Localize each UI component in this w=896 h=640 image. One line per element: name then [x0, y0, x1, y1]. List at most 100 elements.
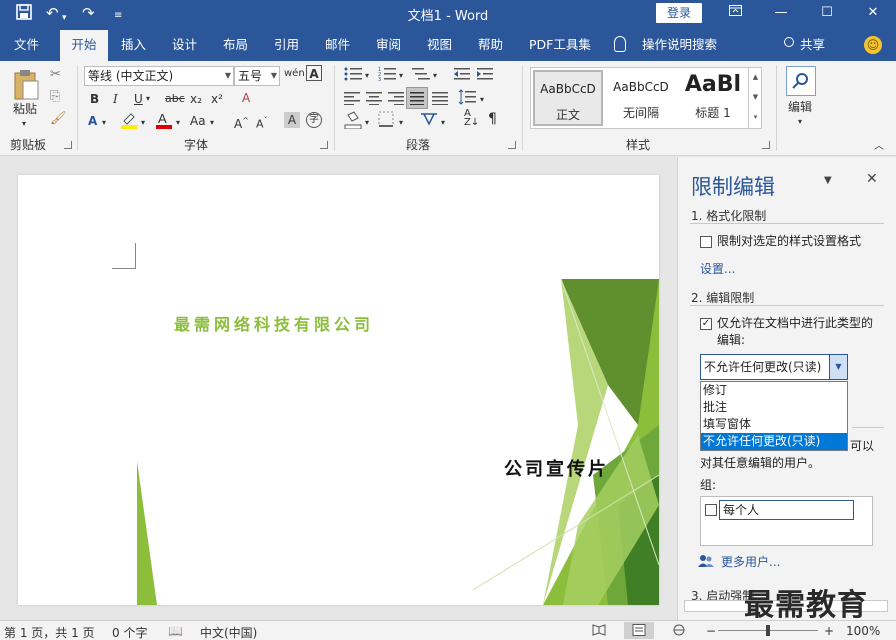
more-styles-icon[interactable]: ▾ [749, 107, 762, 127]
zoom-slider-thumb[interactable] [766, 625, 770, 636]
editing-restriction-checkbox[interactable]: ✓ [700, 318, 712, 330]
tab-pdf-tools[interactable]: PDF工具集 [529, 28, 591, 61]
font-launcher-icon[interactable] [320, 141, 328, 149]
everyone-item[interactable]: 每个人 [719, 500, 854, 520]
align-center-icon[interactable] [366, 91, 382, 109]
pane-close-icon[interactable]: ✕ [866, 171, 878, 187]
bullets-icon[interactable] [344, 67, 362, 85]
shading-dropdown-icon[interactable]: ▾ [365, 115, 369, 131]
align-right-icon[interactable] [388, 91, 404, 109]
paste-icon[interactable] [12, 67, 40, 105]
cut-icon[interactable]: ✂ [50, 67, 61, 83]
shrink-font-icon[interactable]: Aˇ [256, 113, 268, 133]
tab-references[interactable]: 引用 [274, 28, 299, 61]
chinese-layout-dropdown-icon[interactable]: ▾ [441, 115, 445, 131]
subscript-icon[interactable]: x₂ [190, 91, 202, 107]
align-left-icon[interactable] [344, 91, 360, 109]
read-mode-icon[interactable] [592, 624, 606, 639]
tab-mailings[interactable]: 邮件 [325, 28, 350, 61]
scroll-up-icon[interactable]: ▲ [749, 67, 762, 87]
close-button[interactable]: ✕ [858, 3, 888, 23]
ribbon-display-options-icon[interactable] [720, 3, 750, 23]
enclose-characters-icon[interactable]: 字 [306, 112, 322, 128]
sort-icon[interactable]: A Z↓ [464, 109, 479, 128]
borders-dropdown-icon[interactable]: ▾ [399, 115, 403, 131]
numbering-dropdown-icon[interactable]: ▾ [399, 68, 403, 84]
shading-icon[interactable] [344, 111, 362, 133]
phonetic-guide-icon[interactable]: wén [284, 66, 305, 82]
change-case-dropdown-icon[interactable]: ▾ [210, 115, 214, 131]
decrease-indent-icon[interactable] [454, 67, 470, 85]
zoom-out-icon[interactable]: − [706, 624, 716, 638]
highlight-icon[interactable] [120, 111, 138, 133]
tab-layout[interactable]: 布局 [223, 28, 248, 61]
clear-formatting-icon[interactable]: A [242, 90, 250, 106]
paragraph-launcher-icon[interactable] [508, 141, 516, 149]
format-painter-icon[interactable]: 🖌 [50, 111, 67, 127]
editing-search-icon[interactable] [786, 66, 816, 96]
tab-view[interactable]: 视图 [427, 28, 452, 61]
bold-icon[interactable]: B [90, 91, 99, 107]
text-effects-dropdown-icon[interactable]: ▾ [102, 115, 106, 131]
superscript-icon[interactable]: x² [211, 91, 223, 107]
character-border-icon[interactable]: A [306, 65, 322, 81]
web-layout-icon[interactable] [672, 624, 686, 639]
minimize-button[interactable]: — [766, 3, 796, 23]
page-count[interactable]: 第 1 页，共 1 页 [4, 624, 95, 640]
zoom-in-icon[interactable]: + [824, 624, 834, 638]
strikethrough-icon[interactable]: abc [165, 91, 185, 107]
line-spacing-icon[interactable] [458, 89, 476, 109]
clipboard-launcher-icon[interactable] [64, 141, 72, 149]
language-indicator[interactable]: 中文(中国) [200, 624, 257, 640]
font-color-dropdown-icon[interactable]: ▾ [176, 115, 180, 131]
zoom-level[interactable]: 100% [846, 624, 880, 638]
multilevel-list-icon[interactable] [412, 67, 430, 85]
font-name-combo[interactable]: 等线 (中文正文) ▼ [84, 66, 234, 86]
formatting-restriction-checkbox[interactable] [700, 236, 712, 248]
distributed-icon[interactable] [432, 91, 448, 109]
styles-launcher-icon[interactable] [762, 141, 770, 149]
document-area[interactable]: 最需网络科技有限公司 公司宣传片 [0, 157, 677, 620]
print-layout-icon[interactable] [624, 622, 654, 639]
style-heading-1[interactable]: AaBl 标题 1 [679, 70, 747, 126]
login-button[interactable]: 登录 [656, 3, 702, 23]
feedback-smiley-icon[interactable]: ☺ [864, 36, 882, 54]
proofing-icon[interactable]: 📖 [168, 624, 183, 638]
share-button[interactable]: 共享 [800, 28, 825, 61]
font-size-combo[interactable]: 五号 ▼ [234, 66, 280, 86]
word-count[interactable]: 0 个字 [112, 624, 147, 640]
bullets-dropdown-icon[interactable]: ▾ [365, 68, 369, 84]
everyone-checkbox[interactable] [705, 504, 717, 516]
font-color-icon[interactable]: A [155, 111, 173, 133]
character-shading-icon[interactable]: A [284, 112, 300, 128]
paste-button[interactable]: 粘贴 [13, 101, 37, 117]
style-normal[interactable]: AaBbCcD 正文 [533, 70, 603, 126]
groups-list[interactable]: 每个人 [700, 496, 873, 546]
option-comments[interactable]: 批注 [701, 399, 847, 416]
option-filling-forms[interactable]: 填写窗体 [701, 416, 847, 433]
scroll-down-icon[interactable]: ▼ [749, 87, 762, 107]
chinese-layout-icon[interactable] [420, 111, 438, 131]
tell-me-search[interactable]: 操作说明搜索 [642, 28, 717, 61]
italic-icon[interactable]: I [113, 91, 118, 107]
more-users-link[interactable]: 更多用户... [721, 553, 780, 570]
highlight-dropdown-icon[interactable]: ▾ [141, 115, 145, 131]
tab-file[interactable]: 文件 [14, 28, 39, 61]
tab-home[interactable]: 开始 [60, 30, 108, 61]
underline-dropdown-icon[interactable]: ▾ [146, 91, 150, 107]
editing-button[interactable]: 编辑 [788, 99, 812, 115]
paste-dropdown-icon[interactable]: ▾ [22, 116, 26, 132]
document-page[interactable]: 最需网络科技有限公司 公司宣传片 [18, 175, 659, 605]
styles-scrollbar[interactable]: ▲ ▼ ▾ [748, 67, 762, 129]
styles-gallery[interactable]: AaBbCcD 正文 AaBbCcD 无间隔 AaBl 标题 1 [530, 67, 762, 129]
chevron-down-icon[interactable]: ▼ [829, 355, 847, 379]
collapse-ribbon-icon[interactable]: ︿ [874, 139, 884, 155]
line-spacing-dropdown-icon[interactable]: ▾ [480, 92, 484, 108]
option-read-only[interactable]: 不允许任何更改(只读) [701, 433, 847, 450]
settings-link[interactable]: 设置... [700, 260, 735, 277]
borders-icon[interactable] [378, 111, 394, 131]
multilevel-dropdown-icon[interactable]: ▾ [433, 68, 437, 84]
show-marks-icon[interactable]: ¶ [488, 111, 497, 127]
increase-indent-icon[interactable] [477, 67, 493, 85]
option-tracked-changes[interactable]: 修订 [701, 382, 847, 399]
